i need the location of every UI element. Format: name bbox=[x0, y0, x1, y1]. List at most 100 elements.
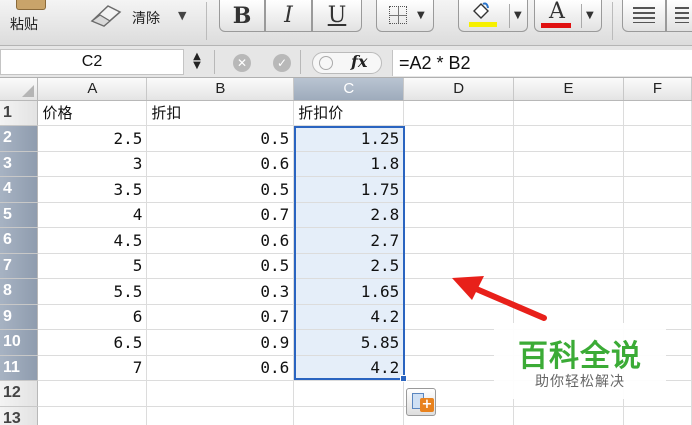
row-header[interactable]: 3 bbox=[0, 151, 39, 177]
select-all-corner[interactable] bbox=[0, 78, 39, 101]
cell[interactable]: 1.25 bbox=[293, 125, 405, 152]
cell[interactable] bbox=[37, 406, 148, 425]
clipboard-icon[interactable] bbox=[16, 0, 46, 10]
cell[interactable]: 折扣价 bbox=[293, 100, 405, 126]
align-left-button[interactable] bbox=[622, 0, 666, 32]
row-header[interactable]: 5 bbox=[0, 202, 39, 228]
cell[interactable]: 5 bbox=[37, 253, 148, 279]
cell[interactable]: 4.2 bbox=[293, 304, 405, 330]
cell[interactable] bbox=[623, 202, 692, 228]
clear-button[interactable]: 清除 bbox=[132, 8, 160, 28]
cell[interactable] bbox=[403, 125, 515, 152]
cell[interactable]: 6 bbox=[37, 304, 148, 330]
confirm-edit-button[interactable]: ✓ bbox=[273, 54, 291, 72]
cell[interactable]: 4.5 bbox=[37, 227, 148, 254]
fill-color-button[interactable]: ▼ bbox=[458, 0, 528, 32]
eraser-icon[interactable] bbox=[88, 3, 124, 27]
row-header[interactable]: 10 bbox=[0, 329, 39, 356]
cell[interactable] bbox=[293, 380, 405, 407]
cell[interactable] bbox=[513, 406, 624, 425]
row-header[interactable]: 6 bbox=[0, 227, 39, 254]
row-header[interactable]: 13 bbox=[0, 406, 39, 425]
cell[interactable]: 2.5 bbox=[37, 125, 148, 152]
cell[interactable]: 2.5 bbox=[293, 253, 405, 279]
chevron-down-icon[interactable]: ▼ bbox=[586, 10, 594, 21]
cell[interactable]: 0.3 bbox=[146, 278, 295, 305]
cell[interactable] bbox=[403, 100, 515, 126]
cell[interactable] bbox=[513, 202, 624, 228]
fill-handle[interactable] bbox=[400, 375, 407, 382]
cell[interactable]: 0.6 bbox=[146, 151, 295, 177]
column-header-b[interactable]: B bbox=[146, 78, 295, 101]
cell[interactable] bbox=[513, 151, 624, 177]
cell[interactable]: 2.7 bbox=[293, 227, 405, 254]
bold-button[interactable]: B bbox=[219, 0, 265, 32]
cell[interactable] bbox=[403, 176, 515, 203]
column-header-a[interactable]: A bbox=[37, 78, 148, 101]
cell[interactable] bbox=[37, 380, 148, 407]
cell[interactable] bbox=[513, 227, 624, 254]
cell[interactable] bbox=[403, 202, 515, 228]
cell[interactable] bbox=[623, 176, 692, 203]
cell[interactable]: 4 bbox=[37, 202, 148, 228]
row-header[interactable]: 1 bbox=[0, 100, 39, 126]
borders-button[interactable]: ▼ bbox=[376, 0, 434, 32]
cell[interactable]: 折扣 bbox=[146, 100, 295, 126]
cell[interactable] bbox=[623, 227, 692, 254]
cell[interactable]: 6.5 bbox=[37, 329, 148, 356]
cell[interactable] bbox=[293, 406, 405, 425]
cell[interactable]: 0.7 bbox=[146, 202, 295, 228]
formula-input[interactable]: =A2 * B2 bbox=[392, 50, 692, 76]
font-color-button[interactable]: A ▼ bbox=[534, 0, 602, 32]
row-header[interactable]: 2 bbox=[0, 125, 39, 152]
underline-button[interactable]: U bbox=[312, 0, 362, 32]
cell[interactable] bbox=[623, 151, 692, 177]
cell[interactable] bbox=[513, 125, 624, 152]
cell[interactable] bbox=[403, 227, 515, 254]
column-header-f[interactable]: F bbox=[623, 78, 692, 101]
cancel-edit-button[interactable]: ✕ bbox=[233, 54, 251, 72]
cell[interactable]: 5.5 bbox=[37, 278, 148, 305]
cell[interactable] bbox=[513, 100, 624, 126]
paste-button[interactable]: 粘贴 bbox=[10, 14, 38, 34]
cell[interactable] bbox=[146, 380, 295, 407]
cell[interactable]: 2.8 bbox=[293, 202, 405, 228]
cell[interactable]: 0.7 bbox=[146, 304, 295, 330]
cell[interactable]: 0.5 bbox=[146, 125, 295, 152]
column-header-e[interactable]: E bbox=[513, 78, 624, 101]
cell[interactable]: 1.65 bbox=[293, 278, 405, 305]
row-header[interactable]: 9 bbox=[0, 304, 39, 330]
column-header-c[interactable]: C bbox=[293, 78, 405, 101]
row-header[interactable]: 12 bbox=[0, 380, 39, 407]
cell[interactable] bbox=[623, 100, 692, 126]
cell[interactable] bbox=[403, 151, 515, 177]
cell[interactable]: 1.8 bbox=[293, 151, 405, 177]
italic-button[interactable]: I bbox=[265, 0, 312, 32]
chevron-down-icon[interactable]: ▼ bbox=[178, 9, 186, 22]
cell[interactable]: 5.85 bbox=[293, 329, 405, 356]
cell[interactable]: 0.5 bbox=[146, 253, 295, 279]
name-box-stepper-icon[interactable]: ▲ ▼ bbox=[188, 52, 206, 72]
cell[interactable]: 3 bbox=[37, 151, 148, 177]
row-header[interactable]: 11 bbox=[0, 355, 39, 381]
column-header-d[interactable]: D bbox=[403, 78, 515, 101]
cell[interactable] bbox=[623, 253, 692, 279]
row-header[interactable]: 4 bbox=[0, 176, 39, 203]
cell[interactable] bbox=[146, 406, 295, 425]
cell[interactable]: 0.5 bbox=[146, 176, 295, 203]
name-box[interactable]: C2 bbox=[0, 49, 184, 75]
cell[interactable]: 0.6 bbox=[146, 227, 295, 254]
cell[interactable] bbox=[623, 278, 692, 305]
paste-options-button[interactable]: + bbox=[406, 388, 436, 416]
cell[interactable]: 1.75 bbox=[293, 176, 405, 203]
insert-function-button[interactable]: fx bbox=[312, 52, 382, 74]
cell[interactable] bbox=[623, 406, 692, 425]
cell[interactable]: 3.5 bbox=[37, 176, 148, 203]
row-header[interactable]: 7 bbox=[0, 253, 39, 279]
chevron-down-icon[interactable]: ▼ bbox=[514, 10, 522, 21]
align-center-button[interactable] bbox=[666, 0, 692, 32]
cell[interactable]: 0.6 bbox=[146, 355, 295, 381]
cell[interactable]: 4.2 bbox=[293, 355, 405, 381]
cell[interactable]: 0.9 bbox=[146, 329, 295, 356]
row-header[interactable]: 8 bbox=[0, 278, 39, 305]
